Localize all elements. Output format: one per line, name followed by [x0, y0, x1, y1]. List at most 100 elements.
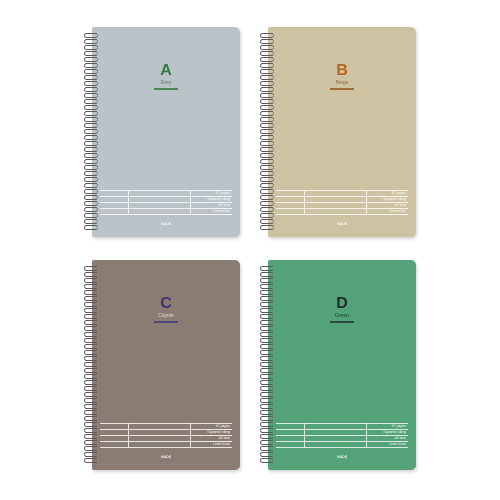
spiral-ring [260, 225, 274, 230]
cover-rule [154, 88, 178, 90]
spiral-ring [260, 398, 274, 403]
spiral-ring [84, 57, 98, 62]
spiral-ring [84, 141, 98, 146]
spiral-ring [84, 63, 98, 68]
spiral-ring [84, 404, 98, 409]
spiral-ring [84, 362, 98, 367]
spiral-ring [260, 452, 274, 457]
spiral-ring [84, 147, 98, 152]
spiral-ring [84, 446, 98, 451]
spiral-ring [260, 45, 274, 50]
spiral-ring [84, 93, 98, 98]
cover-rule [330, 88, 354, 90]
info-line: A5 size [218, 203, 230, 207]
info-line: Squared ruling [207, 430, 230, 434]
spiral-ring [260, 57, 274, 62]
cover-letter: C [160, 295, 172, 312]
spiral-ring [260, 129, 274, 134]
info-line: Squared ruling [207, 197, 230, 201]
spiral-ring [260, 392, 274, 397]
spiral-ring [260, 33, 274, 38]
info-line: Lined book [212, 442, 230, 446]
spiral-ring [260, 380, 274, 385]
spiral-ring [260, 302, 274, 307]
notebook-cover: D Green 97 pages Squared ruling A5 size … [268, 260, 416, 470]
spiral-ring [84, 69, 98, 74]
info-line: Lined book [212, 209, 230, 213]
spiral-ring [84, 159, 98, 164]
spiral-ring [260, 105, 274, 110]
brand-mark: MADE [336, 222, 348, 226]
spiral-ring [260, 326, 274, 331]
spiral-ring [260, 446, 274, 451]
spiral-ring [84, 398, 98, 403]
spiral-ring [84, 87, 98, 92]
spiral-ring [260, 123, 274, 128]
spiral-ring [260, 135, 274, 140]
info-box: 97 pages Squared ruling A5 size Lined bo… [100, 190, 232, 215]
spiral-ring [260, 93, 274, 98]
spiral-ring [260, 350, 274, 355]
spiral-ring [260, 362, 274, 367]
spiral-ring [260, 117, 274, 122]
spiral-ring [84, 81, 98, 86]
spiral-ring [84, 33, 98, 38]
spiral-ring [84, 272, 98, 277]
spiral-ring [84, 153, 98, 158]
spiral-ring [84, 105, 98, 110]
spiral-ring [260, 338, 274, 343]
spiral-ring [84, 75, 98, 80]
spiral-ring [84, 39, 98, 44]
spiral-ring [260, 147, 274, 152]
spiral-ring [260, 314, 274, 319]
spiral-ring [84, 45, 98, 50]
spiral-ring [84, 392, 98, 397]
notebook-d: D Green 97 pages Squared ruling A5 size … [256, 260, 416, 470]
brand-mark: MADE [160, 222, 172, 226]
spiral-ring [84, 135, 98, 140]
spiral-ring [84, 350, 98, 355]
cover-letter: A [160, 62, 172, 79]
spiral-ring [84, 117, 98, 122]
cover-rule [154, 321, 178, 323]
spiral-ring [260, 87, 274, 92]
spiral-ring [84, 266, 98, 271]
spiral-ring [84, 386, 98, 391]
spiral-binding [80, 266, 102, 466]
notebook-a: A Grey 97 pages Squared ruling A5 size L… [80, 27, 240, 237]
spiral-ring [260, 81, 274, 86]
spiral-binding [80, 33, 102, 233]
spiral-binding [256, 33, 278, 233]
info-box: 97 pages Squared ruling A5 size Lined bo… [276, 190, 408, 215]
spiral-ring [84, 165, 98, 170]
info-line: Squared ruling [383, 430, 406, 434]
spiral-ring [260, 75, 274, 80]
spiral-ring [84, 410, 98, 415]
spiral-ring [84, 99, 98, 104]
spiral-ring [260, 290, 274, 295]
notebook-cover: A Grey 97 pages Squared ruling A5 size L… [92, 27, 240, 237]
spiral-ring [260, 201, 274, 206]
spiral-ring [260, 177, 274, 182]
spiral-ring [260, 69, 274, 74]
spiral-ring [260, 51, 274, 56]
spiral-ring [260, 272, 274, 277]
spiral-ring [260, 111, 274, 116]
notebook-c: C Coyote 97 pages Squared ruling A5 size… [80, 260, 240, 470]
notebook-b: B Beige 97 pages Squared ruling A5 size … [256, 27, 416, 237]
spiral-ring [260, 308, 274, 313]
spiral-ring [260, 278, 274, 283]
spiral-ring [260, 320, 274, 325]
spiral-ring [260, 356, 274, 361]
info-line: A5 size [218, 436, 230, 440]
spiral-ring [84, 368, 98, 373]
spiral-ring [260, 171, 274, 176]
info-box: 97 pages Squared ruling A5 size Lined bo… [276, 423, 408, 448]
info-box: 97 pages Squared ruling A5 size Lined bo… [100, 423, 232, 448]
spiral-ring [84, 207, 98, 212]
spiral-ring [260, 434, 274, 439]
spiral-ring [84, 458, 98, 463]
spiral-ring [84, 326, 98, 331]
spiral-ring [84, 344, 98, 349]
spiral-ring [260, 153, 274, 158]
